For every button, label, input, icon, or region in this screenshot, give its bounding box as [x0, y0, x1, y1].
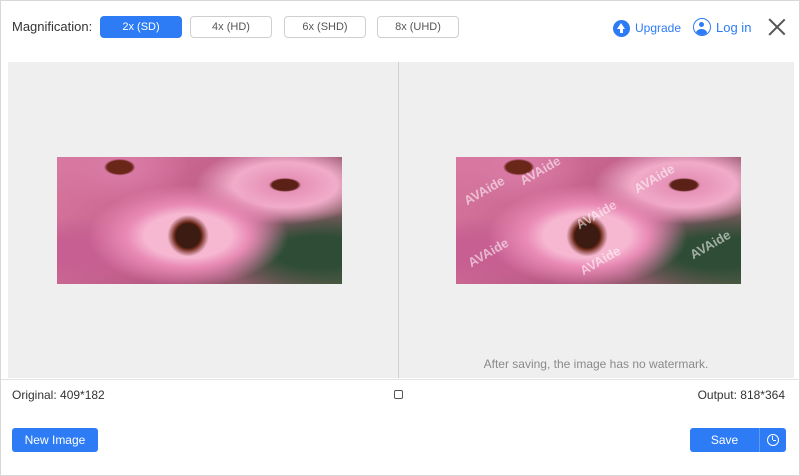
preview-divider: [398, 62, 399, 378]
watermark-text: AVAide: [465, 234, 512, 271]
upgrade-arrow-icon: [613, 19, 630, 37]
magnification-8x-button[interactable]: 8x (UHD): [377, 16, 459, 38]
login-link[interactable]: Log in: [693, 17, 751, 37]
clock-icon: [767, 434, 779, 446]
watermark-notice: After saving, the image has no watermark…: [483, 357, 709, 371]
watermark-text: AVAide: [631, 160, 678, 197]
preview-area: AVAide AVAide AVAide AVAide AVAide AVAid…: [8, 62, 794, 378]
upgrade-link[interactable]: Upgrade: [613, 18, 681, 38]
output-size: Output: 818*364: [697, 388, 785, 402]
user-icon: [693, 18, 711, 36]
footer-bar: New Image Save: [1, 408, 800, 476]
top-toolbar: Magnification: 2x (SD) 4x (HD) 6x (SHD) …: [1, 1, 800, 57]
info-bar: Original: 409*182 Output: 818*364: [1, 379, 800, 407]
magnification-4x-button[interactable]: 4x (HD): [190, 16, 272, 38]
fit-view-icon[interactable]: [394, 390, 403, 399]
magnification-6x-button[interactable]: 6x (SHD): [284, 16, 366, 38]
watermark-text: AVAide: [687, 226, 734, 263]
magnification-label: Magnification:: [12, 19, 93, 34]
watermark-text: AVAide: [573, 196, 620, 233]
new-image-button[interactable]: New Image: [12, 428, 98, 452]
original-image: [57, 157, 342, 284]
upscaled-image: AVAide AVAide AVAide AVAide AVAide AVAid…: [456, 157, 741, 284]
upgrade-label: Upgrade: [635, 21, 682, 35]
watermark-text: AVAide: [461, 172, 508, 209]
magnification-2x-button[interactable]: 2x (SD): [100, 16, 182, 38]
original-size: Original: 409*182: [12, 388, 105, 402]
close-icon[interactable]: [768, 18, 786, 36]
history-button[interactable]: [759, 428, 786, 452]
login-label: Log in: [716, 19, 752, 35]
watermark-text: AVAide: [517, 157, 564, 189]
watermark-text: AVAide: [577, 242, 624, 279]
image-upscaler-window: Magnification: 2x (SD) 4x (HD) 6x (SHD) …: [0, 0, 800, 476]
save-button[interactable]: Save: [690, 428, 759, 452]
